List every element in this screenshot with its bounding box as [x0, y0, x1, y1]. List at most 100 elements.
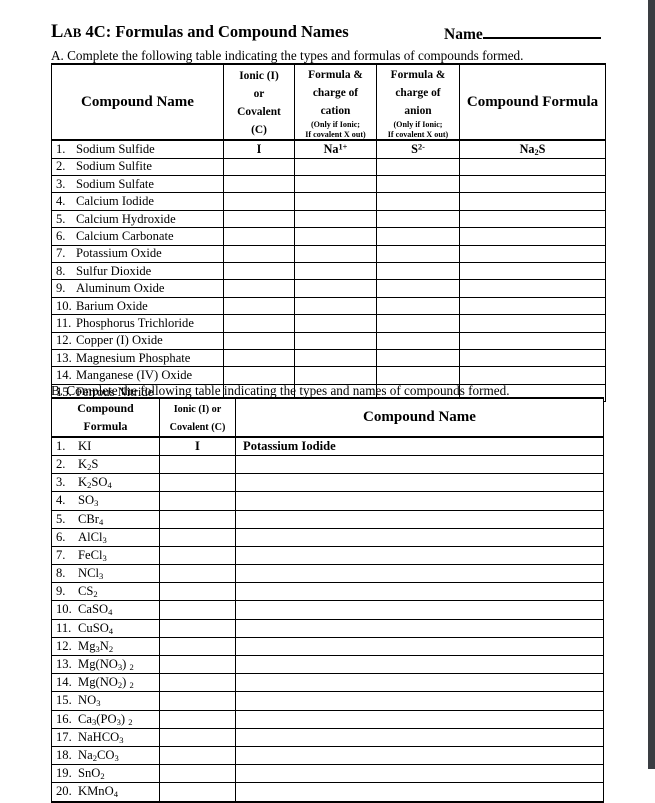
- cell-cation[interactable]: [294, 314, 377, 333]
- cell-anion[interactable]: [376, 366, 460, 385]
- cell-type[interactable]: [223, 279, 295, 298]
- cell-type[interactable]: [159, 709, 236, 729]
- cell-type[interactable]: [159, 473, 236, 493]
- cell-compound-name[interactable]: [235, 491, 604, 511]
- cell-compound-formula[interactable]: [459, 348, 606, 368]
- cell-cation[interactable]: [294, 192, 377, 211]
- cell-compound-name[interactable]: [235, 545, 604, 566]
- cell-anion[interactable]: [376, 296, 460, 316]
- cell-compound-name[interactable]: [235, 509, 604, 529]
- cell-type[interactable]: [223, 192, 295, 211]
- cell-type[interactable]: [159, 527, 236, 547]
- cell-anion[interactable]: S2-: [376, 139, 460, 159]
- cell-compound-formula[interactable]: [459, 209, 606, 229]
- cell-type[interactable]: [159, 673, 236, 693]
- cell-compound-name[interactable]: [235, 764, 604, 784]
- cell-cation[interactable]: [294, 348, 377, 368]
- cell-cation[interactable]: [294, 227, 377, 246]
- cell-anion[interactable]: [376, 209, 460, 229]
- cell-compound-formula[interactable]: [459, 366, 606, 385]
- cell-compound-name[interactable]: [235, 454, 604, 475]
- cell-type[interactable]: [223, 227, 295, 246]
- cell-type[interactable]: [159, 764, 236, 784]
- cell-compound-formula[interactable]: [459, 192, 606, 211]
- cell-compound-name[interactable]: Potassium Iodide: [235, 436, 604, 456]
- cell-compound-formula[interactable]: [459, 296, 606, 316]
- cell-type[interactable]: [159, 600, 236, 620]
- cell-anion[interactable]: [376, 279, 460, 298]
- cell-compound-name[interactable]: [235, 600, 604, 620]
- cell-type[interactable]: [159, 545, 236, 566]
- cell-anion[interactable]: [376, 262, 460, 281]
- cell-compound-name[interactable]: [235, 527, 604, 547]
- cell-cation[interactable]: [294, 175, 377, 194]
- cell-cation[interactable]: [294, 296, 377, 316]
- cell-compound-name[interactable]: [235, 582, 604, 602]
- cell-type[interactable]: [223, 331, 295, 351]
- cell-compound-name[interactable]: [235, 636, 604, 657]
- cell-compound-name[interactable]: [235, 782, 604, 803]
- cell-compound-name[interactable]: [235, 745, 604, 766]
- cell-cation[interactable]: [294, 244, 377, 264]
- cell-anion[interactable]: [376, 227, 460, 246]
- cell-compound-name[interactable]: [235, 655, 604, 675]
- cell-cation[interactable]: [294, 366, 377, 385]
- cell-type[interactable]: [223, 209, 295, 229]
- cell-compound-formula[interactable]: [459, 244, 606, 264]
- cell-type[interactable]: [223, 314, 295, 333]
- cell-compound-formula: 14. Mg(NO2) 2: [51, 673, 160, 693]
- cell-compound-formula[interactable]: [459, 227, 606, 246]
- cell-type[interactable]: [159, 745, 236, 766]
- cell-cation[interactable]: Na1+: [294, 139, 377, 159]
- cell-cation[interactable]: [294, 331, 377, 351]
- cell-compound-name[interactable]: [235, 564, 604, 584]
- cell-type[interactable]: [159, 782, 236, 803]
- cell-type[interactable]: [223, 348, 295, 368]
- cell-type[interactable]: [159, 655, 236, 675]
- cell-type[interactable]: I: [159, 436, 236, 456]
- cell-compound-formula[interactable]: [459, 314, 606, 333]
- cell-compound-formula[interactable]: [459, 279, 606, 298]
- cell-compound-formula[interactable]: [459, 157, 606, 177]
- name-blank-line[interactable]: [482, 23, 601, 39]
- cell-type[interactable]: [159, 454, 236, 475]
- cell-compound-formula[interactable]: [459, 331, 606, 351]
- cell-anion[interactable]: [376, 244, 460, 264]
- cell-compound-name[interactable]: [235, 473, 604, 493]
- cell-type[interactable]: [159, 509, 236, 529]
- cell-compound-name[interactable]: [235, 691, 604, 711]
- cell-type[interactable]: [223, 157, 295, 177]
- cell-type[interactable]: [159, 491, 236, 511]
- cell-compound-name[interactable]: [235, 727, 604, 747]
- cell-compound-name[interactable]: [235, 709, 604, 729]
- cell-anion[interactable]: [376, 348, 460, 368]
- cell-type[interactable]: [223, 366, 295, 385]
- cell-compound-name[interactable]: [235, 618, 604, 638]
- cell-compound-formula[interactable]: [459, 262, 606, 281]
- cell-compound-formula[interactable]: [459, 175, 606, 194]
- cell-type[interactable]: I: [223, 139, 295, 159]
- cell-type[interactable]: [159, 727, 236, 747]
- cell-type[interactable]: [223, 296, 295, 316]
- cell-type[interactable]: [223, 244, 295, 264]
- cell-anion[interactable]: [376, 192, 460, 211]
- cell-type[interactable]: [159, 636, 236, 657]
- cell-cation[interactable]: [294, 279, 377, 298]
- cell-type[interactable]: [223, 175, 295, 194]
- cell-anion[interactable]: [376, 175, 460, 194]
- cell-cation[interactable]: [294, 262, 377, 281]
- cell-anion[interactable]: [376, 314, 460, 333]
- row-number: 2.: [56, 456, 66, 471]
- cell-type[interactable]: [159, 618, 236, 638]
- cell-anion[interactable]: [376, 331, 460, 351]
- cell-cation[interactable]: [294, 209, 377, 229]
- cell-cation[interactable]: [294, 157, 377, 177]
- cell-type[interactable]: [159, 691, 236, 711]
- cell-compound-name[interactable]: [235, 673, 604, 693]
- cell-type[interactable]: [223, 262, 295, 281]
- cell-type[interactable]: [159, 582, 236, 602]
- table-row: 7. FeCl3: [51, 545, 604, 566]
- cell-type[interactable]: [159, 564, 236, 584]
- cell-compound-formula[interactable]: Na2S: [459, 139, 606, 159]
- cell-anion[interactable]: [376, 157, 460, 177]
